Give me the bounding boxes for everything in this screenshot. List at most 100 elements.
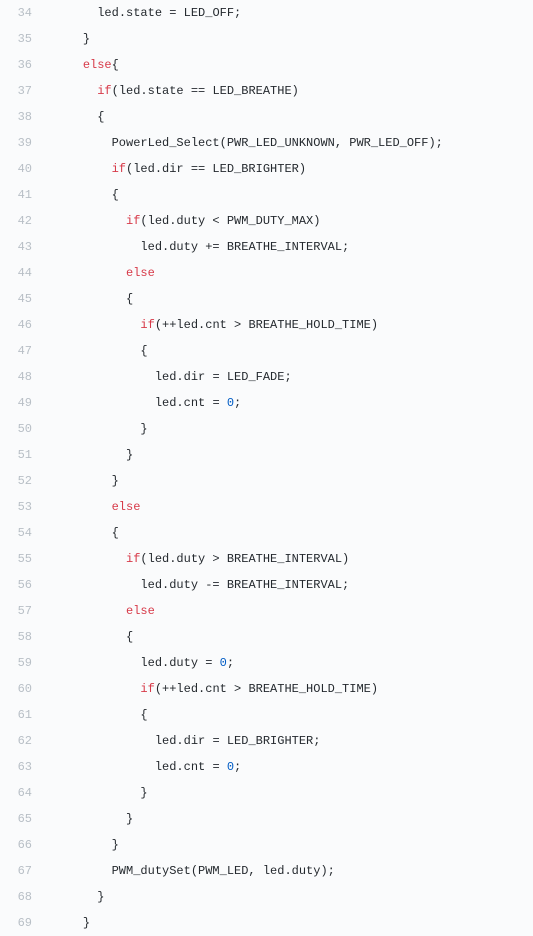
line-number: 50 (0, 416, 44, 442)
line-number: 53 (0, 494, 44, 520)
code-line: 63 led.cnt = 0; (0, 754, 533, 780)
token-id: { (140, 344, 147, 358)
code-line: 67 PWM_dutySet(PWM_LED, led.duty); (0, 858, 533, 884)
code-content: } (44, 416, 148, 442)
token-id: led.dir = LED_BRIGHTER; (155, 734, 321, 748)
code-line: 52 } (0, 468, 533, 494)
token-id: ; (227, 656, 234, 670)
code-content: led.duty += BREATHE_INTERVAL; (44, 234, 349, 260)
code-content: { (44, 182, 119, 208)
code-line: 62 led.dir = LED_BRIGHTER; (0, 728, 533, 754)
code-line: 51 } (0, 442, 533, 468)
token-id: led.dir = LED_FADE; (155, 370, 292, 384)
token-kw: if (112, 162, 126, 176)
code-line: 57 else (0, 598, 533, 624)
token-num: 0 (220, 656, 227, 670)
line-number: 57 (0, 598, 44, 624)
code-content: led.state = LED_OFF; (44, 0, 241, 26)
token-kw: if (140, 682, 154, 696)
line-number: 60 (0, 676, 44, 702)
code-line: 42 if(led.duty < PWM_DUTY_MAX) (0, 208, 533, 234)
token-id: led.duty += BREATHE_INTERVAL; (140, 240, 349, 254)
code-line: 34 led.state = LED_OFF; (0, 0, 533, 26)
code-block: 34 led.state = LED_OFF;35 }36 else{37 if… (0, 0, 533, 936)
token-id: (++led.cnt > BREATHE_HOLD_TIME) (155, 318, 378, 332)
token-id: } (112, 838, 119, 852)
code-content: } (44, 26, 90, 52)
token-id: ; (234, 760, 241, 774)
code-line: 45 { (0, 286, 533, 312)
code-content: PWM_dutySet(PWM_LED, led.duty); (44, 858, 335, 884)
code-line: 55 if(led.duty > BREATHE_INTERVAL) (0, 546, 533, 572)
line-number: 46 (0, 312, 44, 338)
code-content: { (44, 520, 119, 546)
code-content: } (44, 806, 133, 832)
code-line: 69 } (0, 910, 533, 936)
code-content: { (44, 624, 133, 650)
token-id: led.duty -= BREATHE_INTERVAL; (140, 578, 349, 592)
line-number: 44 (0, 260, 44, 286)
code-line: 56 led.duty -= BREATHE_INTERVAL; (0, 572, 533, 598)
code-line: 43 led.duty += BREATHE_INTERVAL; (0, 234, 533, 260)
token-id: led.cnt = (155, 760, 227, 774)
token-id: PowerLed_Select(PWR_LED_UNKNOWN, PWR_LED… (112, 136, 443, 150)
token-id: led.duty = (140, 656, 219, 670)
code-content: } (44, 884, 104, 910)
code-content: } (44, 832, 119, 858)
code-line: 60 if(++led.cnt > BREATHE_HOLD_TIME) (0, 676, 533, 702)
code-line: 49 led.cnt = 0; (0, 390, 533, 416)
code-line: 36 else{ (0, 52, 533, 78)
code-content: led.dir = LED_FADE; (44, 364, 292, 390)
line-number: 58 (0, 624, 44, 650)
line-number: 59 (0, 650, 44, 676)
token-kw: if (126, 214, 140, 228)
code-content: if(led.duty > BREATHE_INTERVAL) (44, 546, 349, 572)
code-content: led.dir = LED_BRIGHTER; (44, 728, 320, 754)
line-number: 45 (0, 286, 44, 312)
code-content: } (44, 442, 133, 468)
code-line: 50 } (0, 416, 533, 442)
token-kw: if (140, 318, 154, 332)
line-number: 65 (0, 806, 44, 832)
code-content: if(++led.cnt > BREATHE_HOLD_TIME) (44, 676, 378, 702)
line-number: 63 (0, 754, 44, 780)
token-id: (led.duty < PWM_DUTY_MAX) (140, 214, 320, 228)
token-kw: else (112, 500, 141, 514)
code-line: 40 if(led.dir == LED_BRIGHTER) (0, 156, 533, 182)
line-number: 51 (0, 442, 44, 468)
code-content: led.cnt = 0; (44, 390, 241, 416)
token-id: { (126, 630, 133, 644)
line-number: 66 (0, 832, 44, 858)
code-content: { (44, 104, 104, 130)
token-id: (++led.cnt > BREATHE_HOLD_TIME) (155, 682, 378, 696)
code-content: if(++led.cnt > BREATHE_HOLD_TIME) (44, 312, 378, 338)
code-line: 54 { (0, 520, 533, 546)
token-id: { (112, 526, 119, 540)
code-content: { (44, 286, 133, 312)
code-line: 53 else (0, 494, 533, 520)
code-line: 58 { (0, 624, 533, 650)
token-num: 0 (227, 760, 234, 774)
code-line: 61 { (0, 702, 533, 728)
token-id: } (97, 890, 104, 904)
line-number: 47 (0, 338, 44, 364)
code-line: 66 } (0, 832, 533, 858)
token-id: (led.dir == LED_BRIGHTER) (126, 162, 306, 176)
line-number: 55 (0, 546, 44, 572)
token-id: } (140, 786, 147, 800)
code-content: PowerLed_Select(PWR_LED_UNKNOWN, PWR_LED… (44, 130, 443, 156)
token-id: { (126, 292, 133, 306)
line-number: 43 (0, 234, 44, 260)
line-number: 54 (0, 520, 44, 546)
token-id: ; (234, 396, 241, 410)
line-number: 56 (0, 572, 44, 598)
code-content: led.cnt = 0; (44, 754, 241, 780)
code-content: else (44, 494, 140, 520)
token-id: { (140, 708, 147, 722)
line-number: 52 (0, 468, 44, 494)
token-id: { (112, 58, 119, 72)
code-line: 46 if(++led.cnt > BREATHE_HOLD_TIME) (0, 312, 533, 338)
token-id: } (126, 448, 133, 462)
code-content: else (44, 260, 155, 286)
token-id: } (112, 474, 119, 488)
